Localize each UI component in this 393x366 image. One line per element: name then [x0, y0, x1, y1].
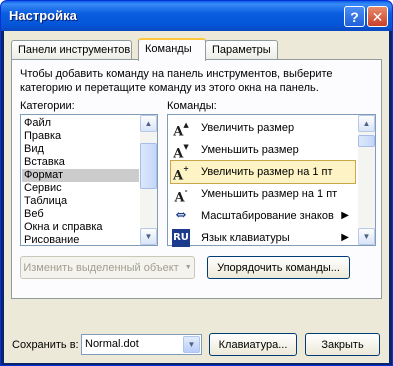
help-icon: ? [350, 8, 359, 25]
close-window-button[interactable]: ✕ [367, 6, 388, 27]
scroll-up-button[interactable]: ▲ [358, 115, 375, 132]
dialog-body: Панели инструментов Команды Параметры Чт… [4, 31, 389, 363]
command-item-selected[interactable]: A+ Увеличить размер на 1 пт [170, 160, 356, 184]
tab-label: Панели инструментов [18, 44, 131, 56]
shrink-font-1pt-icon: A- [174, 186, 188, 206]
categories-items: Файл Правка Вид Вставка Формат Сервис Та… [22, 117, 139, 247]
category-item[interactable]: Вставка [22, 156, 139, 169]
dropdown-arrow-icon: ▼ [184, 264, 192, 271]
button-label: Упорядочить команды... [217, 261, 340, 274]
scroll-down-button[interactable]: ▼ [140, 228, 157, 245]
category-item[interactable]: Рисование [22, 234, 139, 247]
command-item[interactable]: A- Уменьшить размер на 1 пт [171, 183, 355, 205]
category-item[interactable]: Сервис [22, 182, 139, 195]
save-in-combo[interactable]: Normal.dot ▼ [81, 334, 202, 355]
command-item[interactable]: ⇔ Масштабирование знаков ▶ [171, 205, 355, 227]
tab-label: Команды [145, 43, 192, 55]
category-item[interactable]: Правка [22, 130, 139, 143]
tab-label: Параметры [212, 44, 271, 56]
keyboard-button[interactable]: Клавиатура... [209, 333, 297, 356]
command-item[interactable]: A▲ Увеличить размер [171, 117, 355, 139]
command-label: Уменьшить размер на 1 пт [201, 188, 338, 200]
keyboard-language-icon: RU [172, 229, 190, 247]
scroll-thumb[interactable] [358, 135, 375, 147]
chevron-up-icon: ▲ [362, 119, 371, 128]
char-scale-icon: ⇔ [175, 208, 187, 223]
category-item-selected[interactable]: Формат [22, 169, 139, 182]
chevron-up-icon: ▲ [144, 119, 153, 128]
instructions-text: Чтобы добавить команду на панель инструм… [20, 68, 333, 94]
rearrange-commands-button[interactable]: Упорядочить команды... [207, 256, 350, 279]
command-label: Увеличить размер на 1 пт [201, 166, 333, 178]
customize-dialog: Настройка ? ✕ Панели инструментов Команд… [0, 0, 393, 366]
close-icon: ✕ [371, 8, 384, 25]
grow-font-icon: A▲ [173, 120, 189, 140]
grow-font-1pt-icon: A+ [173, 164, 189, 184]
button-label: Закрыть [321, 338, 364, 351]
command-item[interactable]: RU Язык клавиатуры ▶ [171, 227, 355, 249]
title-bar[interactable]: Настройка ? ✕ [1, 1, 392, 31]
scroll-thumb[interactable] [140, 143, 157, 189]
categories-scrollbar[interactable]: ▲ ▼ [140, 115, 157, 245]
category-item[interactable]: Веб [22, 208, 139, 221]
window-title: Настройка [9, 8, 77, 23]
tab-toolbars[interactable]: Панели инструментов [11, 40, 132, 60]
command-label: Уменьшить размер [201, 144, 299, 156]
chevron-down-icon: ▼ [187, 340, 196, 349]
categories-label: Категории: [20, 100, 75, 112]
command-label: Масштабирование знаков [201, 210, 334, 222]
help-button[interactable]: ? [344, 6, 365, 27]
save-in-value: Normal.dot [85, 338, 139, 350]
tab-commands[interactable]: Команды [138, 38, 206, 61]
categories-list[interactable]: Файл Правка Вид Вставка Формат Сервис Та… [20, 114, 158, 246]
commands-list[interactable]: A▲ Увеличить размер A▼ Уменьшить размер … [167, 114, 376, 249]
combo-dropdown-button[interactable]: ▼ [183, 336, 200, 353]
scroll-up-button[interactable]: ▲ [140, 115, 157, 132]
command-label: Увеличить размер [201, 122, 295, 134]
command-item[interactable]: A▼ Уменьшить размер [171, 139, 355, 161]
button-label: Изменить выделенный объект [23, 261, 179, 274]
submenu-arrow-icon: ▶ [341, 210, 349, 221]
category-item[interactable]: Вид [22, 143, 139, 156]
commands-items: A▲ Увеличить размер A▼ Уменьшить размер … [170, 117, 356, 249]
category-item[interactable]: Окна и справка [22, 221, 139, 234]
command-label: Язык клавиатуры [201, 232, 290, 244]
tab-options[interactable]: Параметры [205, 40, 278, 60]
commands-panel: Чтобы добавить команду на панель инструм… [11, 59, 382, 299]
modify-selection-button[interactable]: Изменить выделенный объект ▼ [20, 256, 195, 279]
shrink-font-icon: A▼ [173, 142, 189, 162]
chevron-down-icon: ▼ [362, 232, 371, 241]
category-item[interactable]: Таблица [22, 195, 139, 208]
close-button[interactable]: Закрыть [305, 333, 380, 356]
commands-scrollbar[interactable]: ▲ ▼ [358, 115, 375, 245]
scroll-down-button[interactable]: ▼ [358, 228, 375, 245]
commands-label: Команды: [167, 100, 217, 112]
button-label: Клавиатура... [218, 338, 288, 351]
chevron-down-icon: ▼ [144, 232, 153, 241]
save-in-label: Сохранить в: [12, 339, 79, 351]
submenu-arrow-icon: ▶ [341, 232, 349, 243]
category-item[interactable]: Файл [22, 117, 139, 130]
